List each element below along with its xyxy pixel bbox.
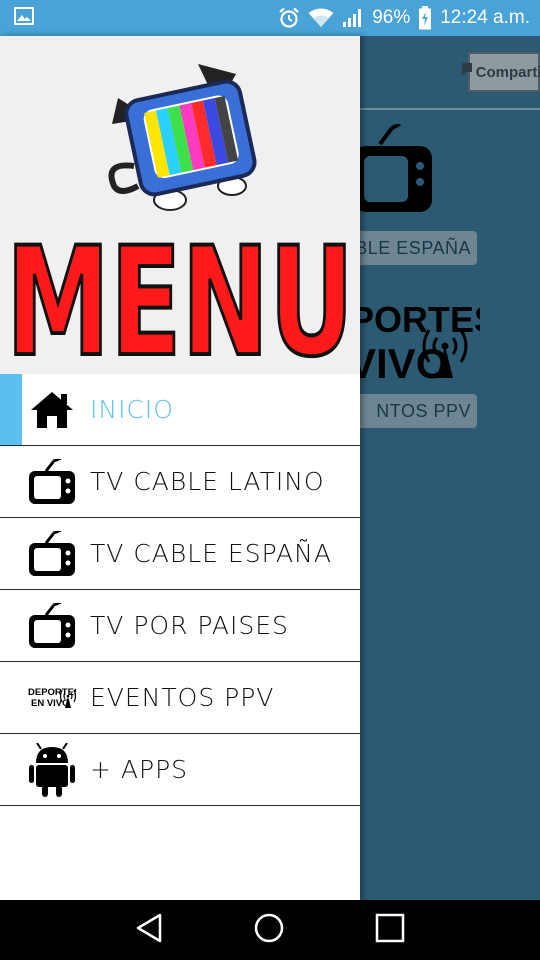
menu-item-tv-cable-espana[interactable]: TV CABLE ESPAÑA xyxy=(0,518,360,590)
deportes-text: PORTES xyxy=(350,299,480,340)
category-label: NTOS PPV xyxy=(376,400,471,421)
menu-logo: MENU xyxy=(4,64,356,374)
drawer-header: MENU xyxy=(0,36,360,374)
tv-icon xyxy=(28,458,76,506)
tv-icon xyxy=(28,602,76,650)
wifi-icon xyxy=(308,8,334,28)
navigation-drawer: MENU INICIO TV CABLE LATINO TV CABLE ESP… xyxy=(0,36,360,900)
back-icon[interactable] xyxy=(135,913,163,948)
menu-item-label: TV CABLE LATINO xyxy=(90,467,325,496)
share-button[interactable]: Compartir xyxy=(461,52,540,92)
home-icon xyxy=(28,386,76,434)
system-navigation-bar xyxy=(0,900,540,960)
menu-title: MENU xyxy=(6,216,354,374)
active-indicator xyxy=(0,374,22,445)
menu-item-label: TV CABLE ESPAÑA xyxy=(90,539,332,568)
menu-item-tv-cable-latino[interactable]: TV CABLE LATINO xyxy=(0,446,360,518)
menu-item-label: TV POR PAISES xyxy=(90,611,289,640)
recents-icon[interactable] xyxy=(375,913,405,948)
divider xyxy=(360,108,540,110)
category-label: BLE ESPAÑA xyxy=(355,237,471,258)
signal-icon xyxy=(342,8,364,28)
tv-icon xyxy=(28,530,76,578)
drawer-menu-list: INICIO TV CABLE LATINO TV CABLE ESPAÑA T… xyxy=(0,374,360,806)
deportes-icon-line2: EN VIVO xyxy=(31,698,70,709)
alarm-icon xyxy=(278,7,300,29)
menu-item-tv-por-paises[interactable]: TV POR PAISES xyxy=(0,590,360,662)
menu-item-inicio[interactable]: INICIO xyxy=(0,374,360,446)
share-icon xyxy=(461,62,473,82)
status-bar: 96% 12:24 a.m. xyxy=(0,0,540,36)
tv-icon xyxy=(350,122,434,233)
share-label: Compartir xyxy=(475,63,540,81)
menu-item-label: + APPS xyxy=(90,755,189,784)
menu-item-label: EVENTOS PPV xyxy=(90,683,275,712)
home-button-icon[interactable] xyxy=(253,912,285,949)
battery-charging-icon xyxy=(418,6,432,30)
menu-item-eventos-ppv[interactable]: DEPORTES EN VIVO EVENTOS PPV xyxy=(0,662,360,734)
battery-percent: 96% xyxy=(372,7,411,28)
deportes-en-vivo-icon: DEPORTES EN VIVO xyxy=(28,674,76,722)
gallery-notification-icon xyxy=(14,6,34,30)
menu-item-apps[interactable]: + APPS xyxy=(0,734,360,806)
menu-item-label: INICIO xyxy=(90,395,174,424)
clock-time: 12:24 a.m. xyxy=(440,7,530,28)
android-icon xyxy=(28,742,76,797)
